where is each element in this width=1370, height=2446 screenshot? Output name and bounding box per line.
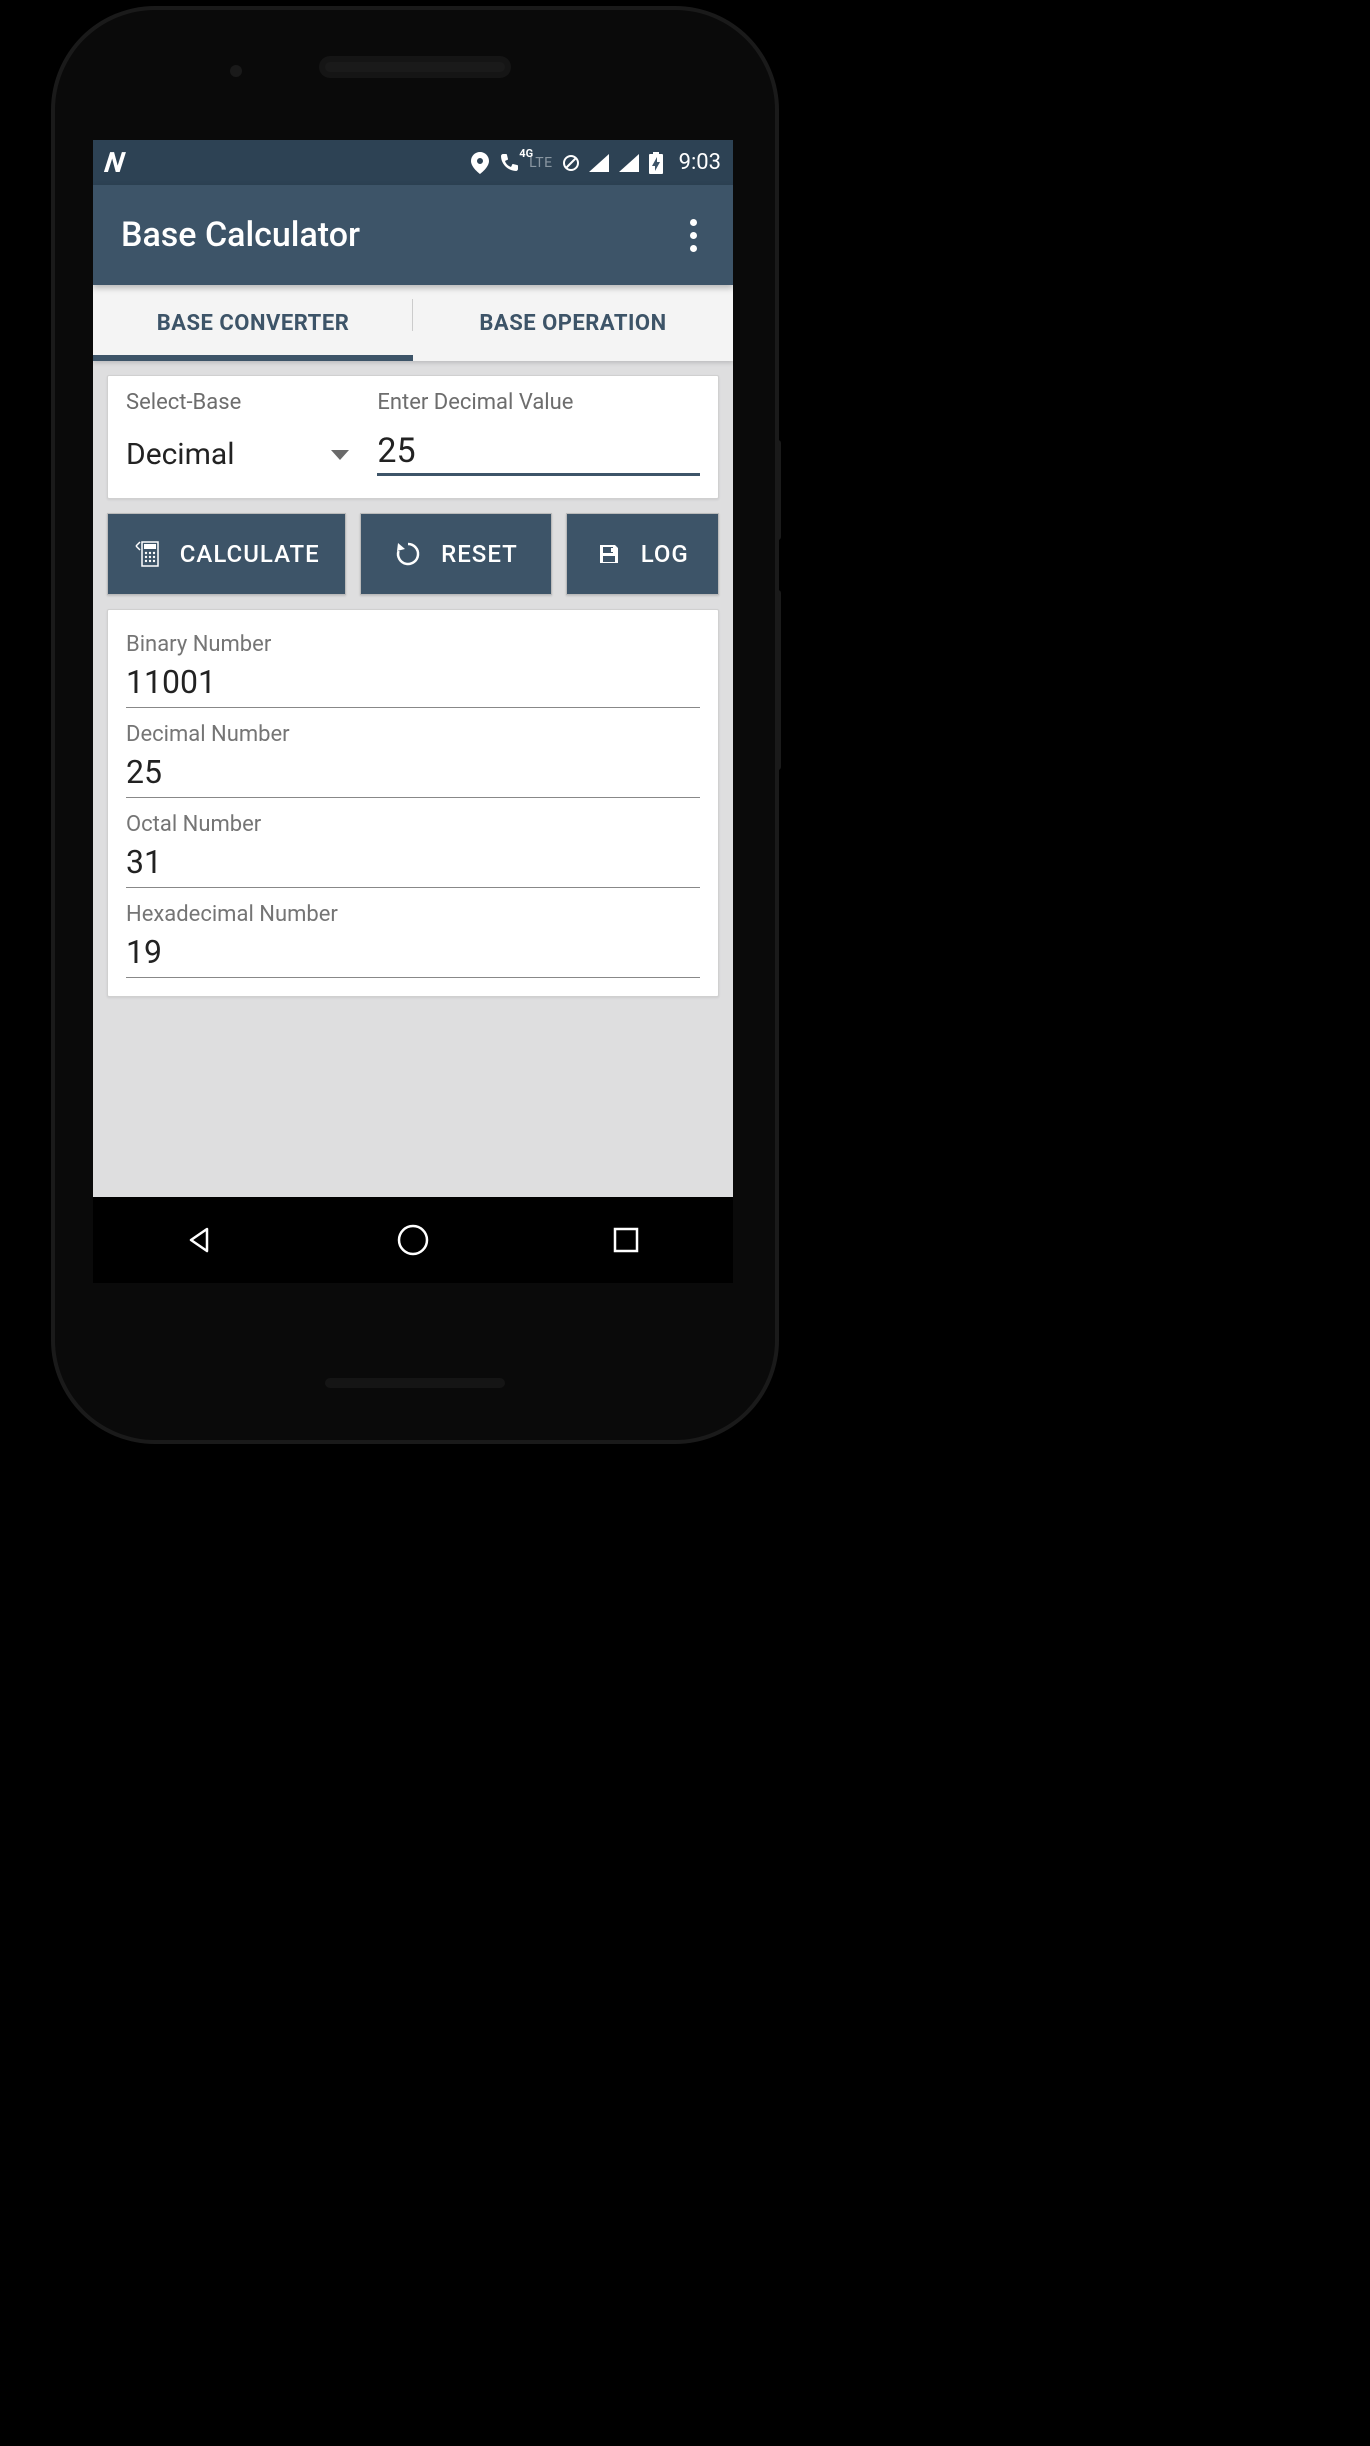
overflow-menu-icon[interactable] xyxy=(681,211,705,259)
tab-base-operation[interactable]: BASE OPERATION xyxy=(413,285,733,361)
no-sim-icon xyxy=(563,155,579,171)
log-button[interactable]: LOG xyxy=(566,513,719,595)
volume-button[interactable] xyxy=(775,590,781,770)
recents-icon xyxy=(612,1226,640,1254)
base-select-value: Decimal xyxy=(126,437,235,472)
home-icon xyxy=(396,1223,430,1257)
phone-icon xyxy=(499,153,519,173)
binary-label: Binary Number xyxy=(126,632,700,657)
decimal-value[interactable]: 25 xyxy=(126,753,700,798)
app-title: Base Calculator xyxy=(121,215,681,255)
power-button[interactable] xyxy=(775,440,781,540)
reset-label: RESET xyxy=(441,540,518,568)
signal-icon-2 xyxy=(619,154,639,172)
content-area: Select-Base Decimal Enter Decimal Value xyxy=(93,361,733,1011)
home-button[interactable] xyxy=(393,1220,433,1260)
value-input[interactable] xyxy=(377,429,700,476)
navigation-bar xyxy=(93,1197,733,1283)
calculator-icon xyxy=(134,540,160,568)
status-bar: N 4G LTE 9:03 xyxy=(93,140,733,185)
enter-value-label: Enter Decimal Value xyxy=(377,390,700,415)
log-label: LOG xyxy=(641,540,689,568)
speaker-slot xyxy=(325,1378,505,1388)
phone-frame: N 4G LTE 9:03 Base Calculator xyxy=(55,10,775,1440)
octal-label: Octal Number xyxy=(126,812,700,837)
results-card: Binary Number 11001 Decimal Number 25 Oc… xyxy=(107,609,719,997)
status-n-icon: N xyxy=(103,146,127,179)
back-icon xyxy=(185,1225,215,1255)
back-button[interactable] xyxy=(180,1220,220,1260)
base-select[interactable]: Decimal xyxy=(126,429,349,476)
tab-bar: BASE CONVERTER BASE OPERATION xyxy=(93,285,733,361)
reset-icon xyxy=(395,541,421,567)
octal-value[interactable]: 31 xyxy=(126,843,700,888)
decimal-label: Decimal Number xyxy=(126,722,700,747)
battery-icon xyxy=(649,152,663,174)
hex-label: Hexadecimal Number xyxy=(126,902,700,927)
clock: 9:03 xyxy=(679,150,721,175)
select-base-label: Select-Base xyxy=(126,390,349,415)
screen: N 4G LTE 9:03 Base Calculator xyxy=(93,140,733,1283)
fourg-label: 4G xyxy=(519,147,533,160)
input-card: Select-Base Decimal Enter Decimal Value xyxy=(107,375,719,499)
calculate-label: CALCULATE xyxy=(180,540,320,568)
recents-button[interactable] xyxy=(606,1220,646,1260)
calculate-button[interactable]: CALCULATE xyxy=(107,513,346,595)
binary-value[interactable]: 11001 xyxy=(126,663,700,708)
app-bar: Base Calculator xyxy=(93,185,733,285)
reset-button[interactable]: RESET xyxy=(360,513,552,595)
location-icon xyxy=(471,152,489,174)
tab-indicator xyxy=(93,355,413,361)
dropdown-icon xyxy=(331,450,349,460)
signal-icon xyxy=(589,154,609,172)
tab-base-converter[interactable]: BASE CONVERTER xyxy=(93,285,413,361)
save-icon xyxy=(597,542,621,566)
hex-value[interactable]: 19 xyxy=(126,933,700,978)
button-row: CALCULATE RESET LOG xyxy=(107,513,719,595)
